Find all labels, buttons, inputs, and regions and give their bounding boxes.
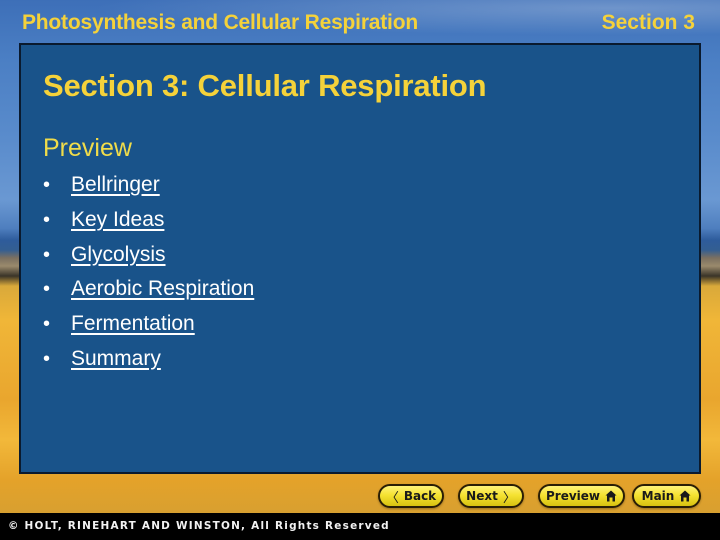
bullet-icon: • bbox=[43, 347, 51, 370]
preview-button-label: Preview bbox=[545, 489, 600, 503]
bullet-icon: • bbox=[43, 208, 51, 231]
preview-heading: Preview bbox=[43, 134, 132, 162]
bullet-icon: • bbox=[43, 243, 51, 266]
content-panel: Section 3: Cellular Respiration Preview … bbox=[19, 43, 701, 474]
link-aerobic-respiration[interactable]: Aerobic Respiration bbox=[71, 276, 254, 302]
main-button[interactable]: Main bbox=[632, 484, 701, 508]
chevron-right-icon: 〉 bbox=[502, 490, 516, 506]
link-bellringer[interactable]: Bellringer bbox=[71, 172, 160, 198]
home-icon bbox=[679, 490, 691, 502]
preview-list: • Bellringer • Key Ideas • Glycolysis • … bbox=[43, 172, 254, 381]
link-glycolysis[interactable]: Glycolysis bbox=[71, 242, 166, 268]
footer-bar: © HOLT, RINEHART AND WINSTON, All Rights… bbox=[0, 513, 720, 540]
list-item: • Fermentation bbox=[43, 311, 254, 346]
list-item: • Summary bbox=[43, 346, 254, 381]
list-item: • Bellringer bbox=[43, 172, 254, 207]
home-icon bbox=[605, 490, 617, 502]
bullet-icon: • bbox=[43, 278, 51, 301]
list-item: • Glycolysis bbox=[43, 242, 254, 277]
chapter-title: Photosynthesis and Cellular Respiration bbox=[22, 11, 418, 34]
slide-title: Section 3: Cellular Respiration bbox=[43, 68, 487, 103]
bullet-icon: • bbox=[43, 313, 51, 336]
copyright-notice: © HOLT, RINEHART AND WINSTON, All Rights… bbox=[8, 519, 390, 532]
main-button-label: Main bbox=[641, 489, 675, 503]
next-button-label: Next bbox=[466, 489, 498, 503]
chevron-left-icon: 〈 bbox=[385, 490, 399, 506]
link-summary[interactable]: Summary bbox=[71, 346, 161, 372]
section-label: Section 3 bbox=[601, 11, 695, 34]
back-button-label: Back bbox=[403, 489, 437, 503]
link-fermentation[interactable]: Fermentation bbox=[71, 311, 195, 337]
list-item: • Key Ideas bbox=[43, 207, 254, 242]
list-item: • Aerobic Respiration bbox=[43, 276, 254, 311]
next-button[interactable]: Next 〉 bbox=[458, 484, 524, 508]
preview-button[interactable]: Preview bbox=[538, 484, 625, 508]
link-key-ideas[interactable]: Key Ideas bbox=[71, 207, 164, 233]
back-button[interactable]: 〈 Back bbox=[378, 484, 444, 508]
bullet-icon: • bbox=[43, 174, 51, 196]
